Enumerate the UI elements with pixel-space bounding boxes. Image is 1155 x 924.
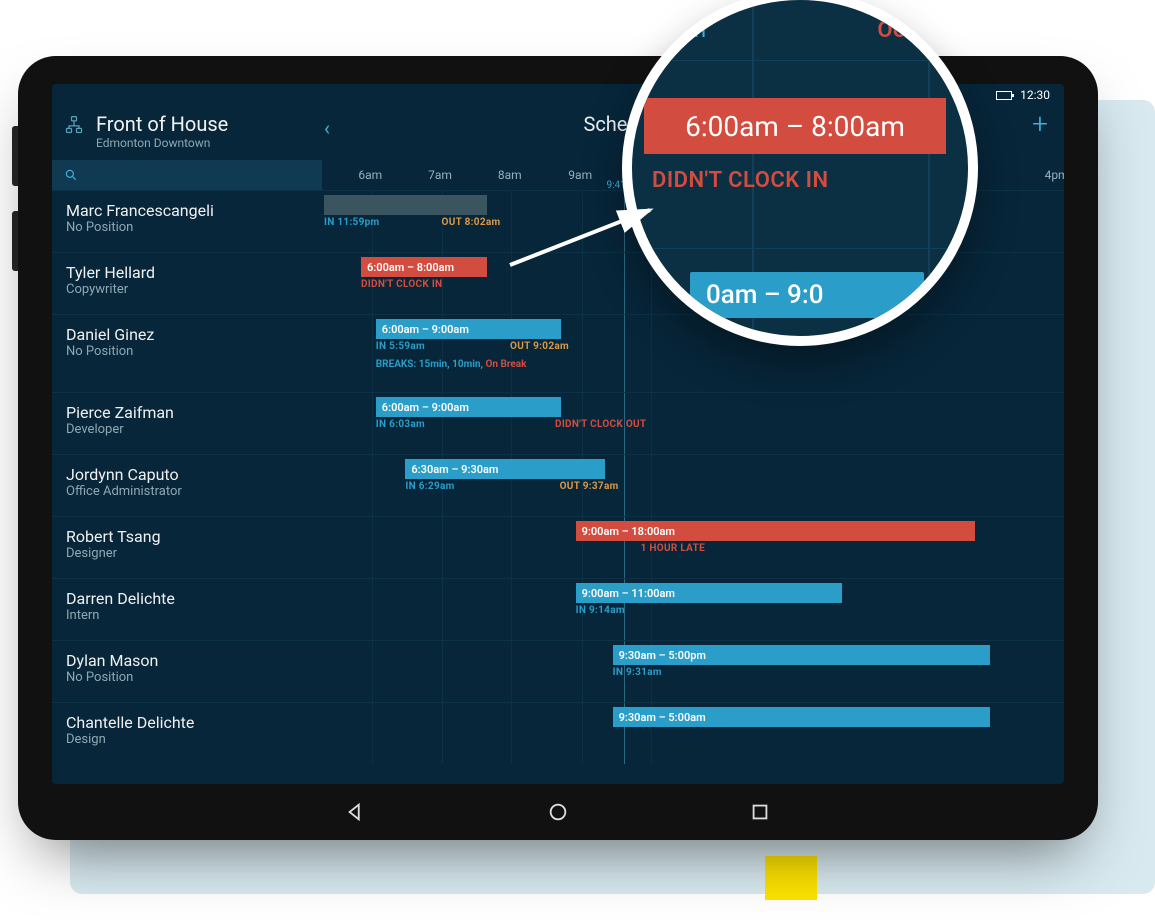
- shift-subline: IN 9:14am: [576, 605, 625, 616]
- home-key[interactable]: [547, 801, 569, 823]
- shift-subline: IN 9:31am: [613, 667, 662, 678]
- hour-label: 9am: [568, 168, 592, 182]
- department-selector[interactable]: Front of House Edmonton Downtown: [64, 112, 324, 150]
- search-input[interactable]: [52, 160, 322, 190]
- employee-row[interactable]: Daniel GinezNo Position: [52, 314, 324, 392]
- mag-warning: DIDN'T CLOCK IN: [652, 168, 829, 193]
- shift-bar[interactable]: 9:00am – 18:00am: [576, 521, 976, 541]
- employee-name: Pierce Zaifman: [66, 403, 312, 422]
- employee-position: No Position: [66, 344, 312, 359]
- breaks-line: BREAKS: 15min, 10min, On Break: [376, 359, 527, 370]
- employee-position: No Position: [66, 220, 312, 235]
- employee-row[interactable]: Jordynn CaputoOffice Administrator: [52, 454, 324, 516]
- timeline-row[interactable]: 6:30am – 9:30am IN 6:29amOUT 9:37am: [324, 454, 1064, 516]
- shift-bar[interactable]: 9:30am – 5:00pm: [613, 645, 990, 665]
- employee-name: Robert Tsang: [66, 527, 312, 546]
- hour-label: 4pm: [1045, 168, 1064, 182]
- back-key[interactable]: [345, 801, 367, 823]
- back-button[interactable]: ‹: [324, 116, 330, 140]
- shift-subline: IN 5:59amOUT 9:02am: [376, 341, 569, 352]
- mag-top-left: 9pm: [662, 18, 706, 43]
- employee-position: Intern: [66, 608, 312, 623]
- department-name: Front of House: [96, 112, 228, 136]
- shift-bar[interactable]: 6:00am – 8:00am: [361, 257, 487, 277]
- timeline-row[interactable]: 6:00am – 9:00am IN 6:03amDIDN'T CLOCK OUT: [324, 392, 1064, 454]
- shift-subline: IN 11:59pmOUT 8:02am: [324, 217, 500, 228]
- shift-bar[interactable]: [324, 195, 487, 215]
- hour-label: 7am: [428, 168, 452, 182]
- mag-shift-bar-2: 0am – 9:0: [690, 272, 924, 318]
- employee-position: Design: [66, 732, 312, 747]
- battery-icon: [996, 91, 1012, 100]
- employee-row[interactable]: Darren DelichteIntern: [52, 578, 324, 640]
- employee-position: Developer: [66, 422, 312, 437]
- shift-subline: DIDN'T CLOCK IN: [361, 279, 442, 290]
- shift-bar[interactable]: 6:00am – 9:00am: [376, 319, 561, 339]
- employee-name-column: Marc FrancescangeliNo PositionTyler Hell…: [52, 190, 324, 764]
- timeline-row[interactable]: 9:30am – 5:00am: [324, 702, 1064, 764]
- employee-name: Chantelle Delichte: [66, 713, 312, 732]
- shift-bar[interactable]: 6:00am – 9:00am: [376, 397, 561, 417]
- employee-row[interactable]: Marc FrancescangeliNo Position: [52, 190, 324, 252]
- employee-row[interactable]: Pierce ZaifmanDeveloper: [52, 392, 324, 454]
- timeline-row[interactable]: 9:00am – 18:00am 1 HOUR LATE: [324, 516, 1064, 578]
- employee-name: Tyler Hellard: [66, 263, 312, 282]
- shift-subline: IN 6:03amDIDN'T CLOCK OUT: [376, 419, 647, 430]
- shift-bar[interactable]: 9:00am – 11:00am: [576, 583, 842, 603]
- magnifier-callout: 9pm OUT 8 6:00am – 8:00am DIDN'T CLOCK I…: [622, 0, 978, 346]
- yellow-block: [765, 856, 817, 900]
- timeline-row[interactable]: 9:00am – 11:00am IN 9:14am: [324, 578, 1064, 640]
- employee-position: Office Administrator: [66, 484, 312, 499]
- hour-label: 6am: [358, 168, 382, 182]
- recent-key[interactable]: [749, 801, 771, 823]
- employee-name: Daniel Ginez: [66, 325, 312, 344]
- shift-bar[interactable]: 6:30am – 9:30am: [405, 459, 605, 479]
- employee-row[interactable]: Dylan MasonNo Position: [52, 640, 324, 702]
- employee-row[interactable]: Chantelle DelichteDesign: [52, 702, 324, 764]
- shift-subline: IN 6:29amOUT 9:37am: [405, 481, 618, 492]
- department-location: Edmonton Downtown: [96, 136, 228, 150]
- employee-name: Jordynn Caputo: [66, 465, 312, 484]
- employee-row[interactable]: Tyler HellardCopywriter: [52, 252, 324, 314]
- employee-position: Designer: [66, 546, 312, 561]
- employee-position: Copywriter: [66, 282, 312, 297]
- timeline-row[interactable]: 9:30am – 5:00pm IN 9:31am: [324, 640, 1064, 702]
- shift-subline: 1 HOUR LATE: [576, 543, 705, 554]
- clock-time: 12:30: [1020, 88, 1050, 102]
- org-tree-icon: [64, 115, 84, 135]
- add-button[interactable]: +: [1018, 112, 1052, 136]
- employee-name: Marc Francescangeli: [66, 201, 312, 220]
- employee-position: No Position: [66, 670, 312, 685]
- hour-label: 8am: [498, 168, 522, 182]
- employee-row[interactable]: Robert TsangDesigner: [52, 516, 324, 578]
- shift-bar[interactable]: 9:30am – 5:00am: [613, 707, 990, 727]
- search-icon: [64, 168, 78, 182]
- callout-arrow: [500, 200, 680, 280]
- employee-name: Darren Delichte: [66, 589, 312, 608]
- mag-shift-bar: 6:00am – 8:00am: [644, 98, 946, 154]
- android-soft-keys: [52, 784, 1064, 840]
- mag-top-right: OUT 8: [877, 18, 938, 43]
- employee-name: Dylan Mason: [66, 651, 312, 670]
